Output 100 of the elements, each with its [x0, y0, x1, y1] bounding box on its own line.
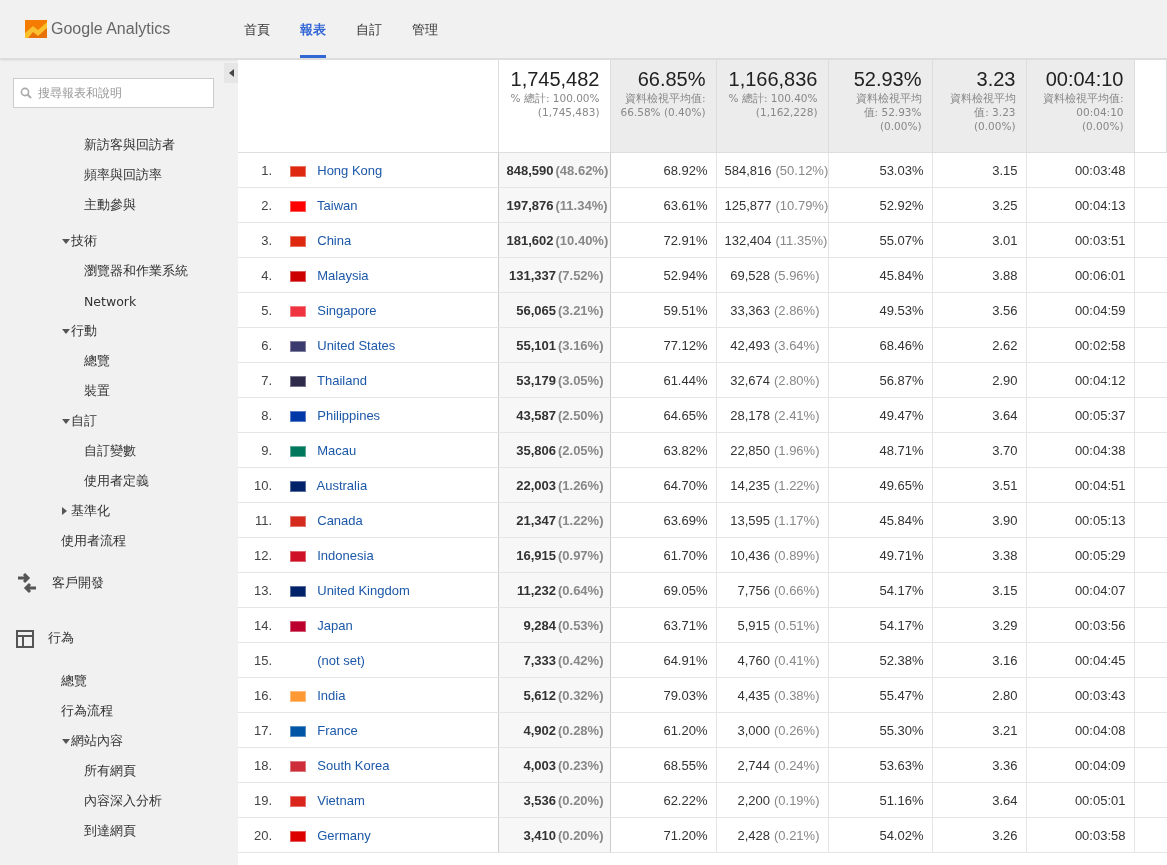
nav-item[interactable]: 自訂變數: [84, 442, 136, 460]
nav-item[interactable]: 自訂: [71, 412, 97, 430]
country-link[interactable]: Vietnam: [317, 792, 365, 808]
metric-value: 55,101: [516, 337, 556, 353]
nav-section[interactable]: 行為: [48, 630, 74, 647]
nav-item[interactable]: 行為流程: [61, 702, 113, 720]
metric-value: 3.51: [992, 477, 1018, 493]
nav-item[interactable]: 技術: [71, 232, 97, 250]
country-link[interactable]: China: [317, 232, 352, 248]
country-link[interactable]: Indonesia: [317, 547, 374, 563]
metric-value: 71.20%: [663, 827, 708, 843]
country-link[interactable]: Canada: [317, 512, 363, 528]
row-number: 15.: [252, 652, 272, 668]
country-link[interactable]: Taiwan: [317, 197, 358, 213]
metric-value: 4,760: [737, 652, 770, 668]
nav-item[interactable]: 頻率與回訪率: [84, 166, 162, 184]
nav-item[interactable]: Network: [84, 293, 137, 309]
metric-value: 00:03:56: [1074, 617, 1126, 633]
nav-item[interactable]: 內容深入分析: [84, 792, 162, 810]
metric-share: (3.05%): [557, 372, 604, 388]
metric-value: 49.47%: [879, 407, 924, 423]
nav-tab[interactable]: 管理: [412, 0, 438, 58]
total-value: 00:04:10: [1044, 68, 1124, 91]
app-logo-text[interactable]: Google Analytics: [51, 20, 171, 38]
nav-section[interactable]: 客戶開發: [52, 575, 104, 592]
nav-item[interactable]: 總覽: [84, 352, 110, 370]
country-link[interactable]: Japan: [317, 617, 353, 633]
total-value: 1,745,482: [509, 68, 600, 91]
caret-down-icon[interactable]: [62, 238, 70, 244]
nav-item[interactable]: 使用者定義: [84, 472, 149, 490]
metric-value: 42,493: [730, 337, 770, 353]
metric-value: 3.26: [992, 827, 1018, 843]
nav-item[interactable]: 裝置: [84, 382, 110, 400]
row-number: 20.: [252, 827, 272, 843]
metric-value: 53.63%: [879, 757, 924, 773]
metric-value: 61.70%: [663, 547, 708, 563]
caret-down-icon[interactable]: [62, 738, 70, 744]
country-link[interactable]: South Korea: [317, 757, 390, 773]
country-link[interactable]: France: [317, 722, 358, 738]
metric-value: 28,178: [730, 407, 770, 423]
metric-value: 3.21: [992, 722, 1018, 738]
country-link[interactable]: Malaysia: [317, 267, 369, 283]
nav-item[interactable]: 網站內容: [71, 732, 123, 750]
metric-share: (2.86%): [773, 302, 820, 318]
nav-item[interactable]: 使用者流程: [61, 532, 126, 550]
nav-item[interactable]: 所有網頁: [84, 762, 136, 780]
metric-value: 48.71%: [879, 442, 924, 458]
country-link[interactable]: Hong Kong: [317, 162, 383, 178]
nav-item[interactable]: 到達網頁: [84, 822, 136, 840]
metric-share: (7.52%): [557, 267, 604, 283]
country-link[interactable]: India: [317, 687, 346, 703]
layout-icon: [16, 629, 34, 648]
country-link[interactable]: United States: [317, 337, 396, 353]
nav-item[interactable]: 主動參與: [84, 196, 136, 214]
country-link[interactable]: Macau: [317, 442, 357, 458]
nav-item[interactable]: 總覽: [61, 672, 87, 690]
metric-value: 45.84%: [879, 512, 924, 528]
country-link[interactable]: Philippines: [317, 407, 381, 423]
metric-value: 64.70%: [663, 477, 708, 493]
nav-item[interactable]: 瀏覽器和作業系統: [84, 262, 188, 280]
metric-value: 79.03%: [663, 687, 708, 703]
total-value: 52.93%: [852, 68, 922, 91]
nav-item[interactable]: 基準化: [71, 502, 110, 520]
metric-share: (0.64%): [557, 582, 604, 598]
row-number: 9.: [260, 442, 272, 458]
country-link[interactable]: (not set): [317, 652, 365, 668]
metric-value: 14,235: [730, 477, 770, 493]
metric-share: (0.21%): [773, 827, 820, 843]
total-value: 66.85%: [636, 68, 706, 91]
metric-value: 21,347: [516, 512, 556, 528]
total-value: 3.23: [975, 68, 1016, 91]
caret-down-icon[interactable]: [62, 418, 70, 424]
metric-value: 00:02:58: [1074, 337, 1126, 353]
country-link[interactable]: Singapore: [317, 302, 377, 318]
nav-tab[interactable]: 自訂: [356, 0, 382, 58]
country-link[interactable]: Thailand: [317, 372, 367, 388]
metric-value: 63.71%: [663, 617, 708, 633]
country-link[interactable]: United Kingdom: [317, 582, 410, 598]
caret-down-icon[interactable]: [62, 328, 70, 334]
row-number: 18.: [252, 757, 272, 773]
nav-item[interactable]: 行動: [71, 322, 97, 340]
metric-value: 63.82%: [663, 442, 708, 458]
metric-share: (50.12%): [775, 162, 829, 178]
metric-value: 5,612: [523, 687, 556, 703]
caret-right-icon[interactable]: [62, 507, 67, 515]
row-number: 19.: [252, 792, 272, 808]
country-link[interactable]: Germany: [317, 827, 371, 843]
nav-item[interactable]: 新訪客與回訪者: [84, 136, 175, 154]
metric-share: (0.38%): [773, 687, 820, 703]
logo-icon: [25, 20, 47, 38]
metric-value: 68.92%: [663, 162, 708, 178]
search-field[interactable]: 搜尋報表和說明: [13, 78, 214, 108]
country-link[interactable]: Australia: [316, 477, 368, 493]
metric-value: 68.55%: [663, 757, 708, 773]
row-number: 8.: [260, 407, 272, 423]
row-number: 17.: [252, 722, 272, 738]
metric-value: 181,602: [506, 232, 554, 248]
collapse-button[interactable]: [224, 63, 238, 83]
metric-value: 3.25: [992, 197, 1018, 213]
nav-tab[interactable]: 首頁: [244, 0, 270, 58]
